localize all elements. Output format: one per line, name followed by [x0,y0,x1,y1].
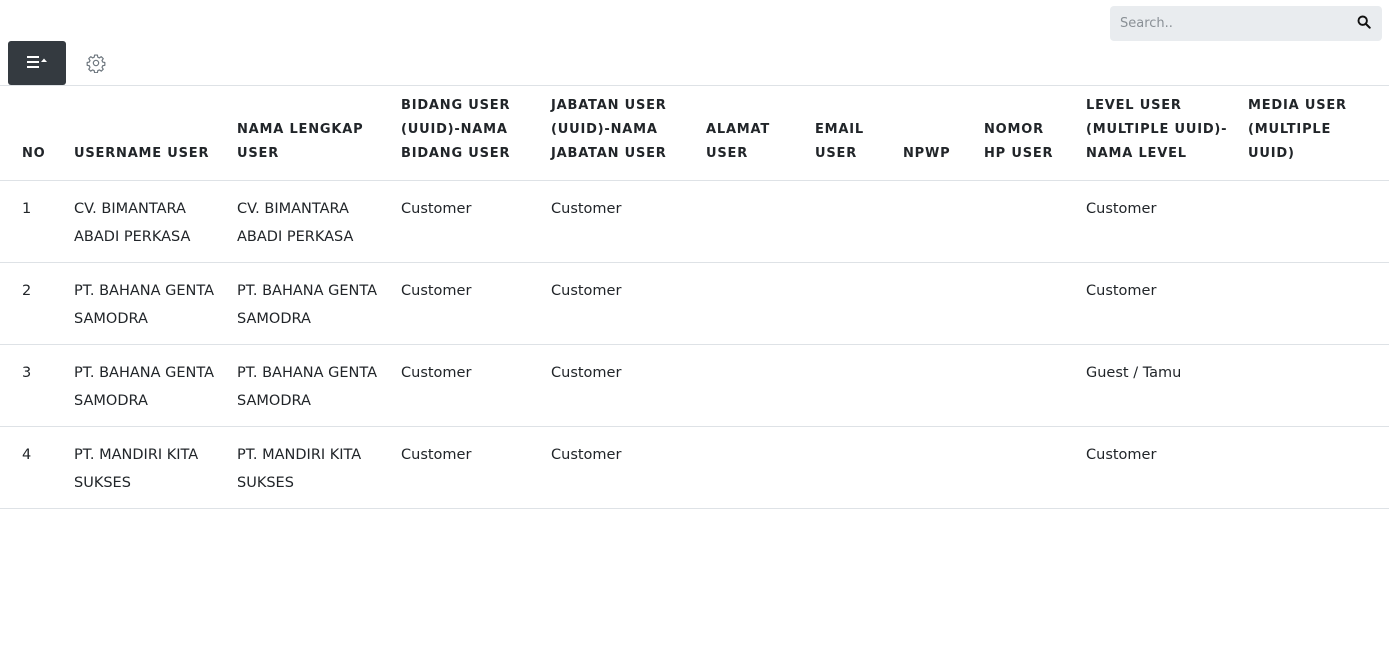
cell-no: 1 [0,180,66,263]
header-full-name[interactable]: NAMA LENGKAP USER [229,85,393,181]
table-row[interactable]: 1 CV. BIMANTARA ABADI PERKASA CV. BIMANT… [0,180,1389,263]
cell-email [807,262,895,345]
users-table: NO USERNAME USER NAMA LENGKAP USER BIDAN… [0,85,1389,509]
cell-media [1240,180,1389,263]
cell-phone [976,262,1078,345]
cell-department: Customer [393,344,543,427]
cell-no: 2 [0,262,66,345]
cell-media [1240,344,1389,427]
cell-npwp [895,180,976,263]
header-phone[interactable]: NOMOR HP USER [976,85,1078,181]
cell-no: 4 [0,426,66,509]
cell-level: Customer [1078,180,1240,263]
columns-toggle-button[interactable] [8,41,66,85]
header-media[interactable]: MEDIA USER (MULTIPLE UUID) [1240,85,1389,181]
header-no[interactable]: NO [0,85,66,181]
cell-address [698,180,807,263]
header-department[interactable]: BIDANG USER (UUID)-NAMA BIDANG USER [393,85,543,181]
cell-position: Customer [543,344,698,427]
cell-phone [976,344,1078,427]
cell-address [698,426,807,509]
table-row[interactable]: 4 PT. MANDIRI KITA SUKSES PT. MANDIRI KI… [0,426,1389,509]
header-level[interactable]: LEVEL USER (MULTIPLE UUID)-NAMA LEVEL [1078,85,1240,181]
cell-level: Customer [1078,262,1240,345]
cell-media [1240,262,1389,345]
table-header-row: NO USERNAME USER NAMA LENGKAP USER BIDAN… [0,85,1389,181]
cell-npwp [895,262,976,345]
table-row[interactable]: 2 PT. BAHANA GENTA SAMODRA PT. BAHANA GE… [0,262,1389,345]
header-address[interactable]: ALAMAT USER [698,85,807,181]
cell-npwp [895,344,976,427]
cell-phone [976,180,1078,263]
cell-username: PT. MANDIRI KITA SUKSES [66,426,229,509]
cell-address [698,344,807,427]
header-position[interactable]: JABATAN USER (UUID)-NAMA JABATAN USER [543,85,698,181]
cell-full-name: PT. MANDIRI KITA SUKSES [229,426,393,509]
cell-email [807,426,895,509]
cell-full-name: CV. BIMANTARA ABADI PERKASA [229,180,393,263]
search-box [1110,6,1382,41]
header-npwp[interactable]: NPWP [895,85,976,181]
cell-email [807,344,895,427]
cell-position: Customer [543,262,698,345]
cell-username: PT. BAHANA GENTA SAMODRA [66,344,229,427]
cell-position: Customer [543,426,698,509]
cell-position: Customer [543,180,698,263]
cell-department: Customer [393,180,543,263]
cell-username: PT. BAHANA GENTA SAMODRA [66,262,229,345]
header-email[interactable]: EMAIL USER [807,85,895,181]
cell-address [698,262,807,345]
search-input[interactable] [1110,6,1346,41]
cell-email [807,180,895,263]
header-username[interactable]: USERNAME USER [66,85,229,181]
cell-level: Customer [1078,426,1240,509]
cell-full-name: PT. BAHANA GENTA SAMODRA [229,262,393,345]
cell-media [1240,426,1389,509]
cell-no: 3 [0,344,66,427]
gear-icon[interactable] [86,53,106,74]
cell-department: Customer [393,262,543,345]
search-button[interactable] [1346,6,1382,41]
cell-department: Customer [393,426,543,509]
cell-level: Guest / Tamu [1078,344,1240,427]
search-icon [1357,15,1371,32]
table-row[interactable]: 3 PT. BAHANA GENTA SAMODRA PT. BAHANA GE… [0,344,1389,427]
cell-npwp [895,426,976,509]
cell-full-name: PT. BAHANA GENTA SAMODRA [229,344,393,427]
list-columns-icon [25,54,49,73]
cell-username: CV. BIMANTARA ABADI PERKASA [66,180,229,263]
cell-phone [976,426,1078,509]
